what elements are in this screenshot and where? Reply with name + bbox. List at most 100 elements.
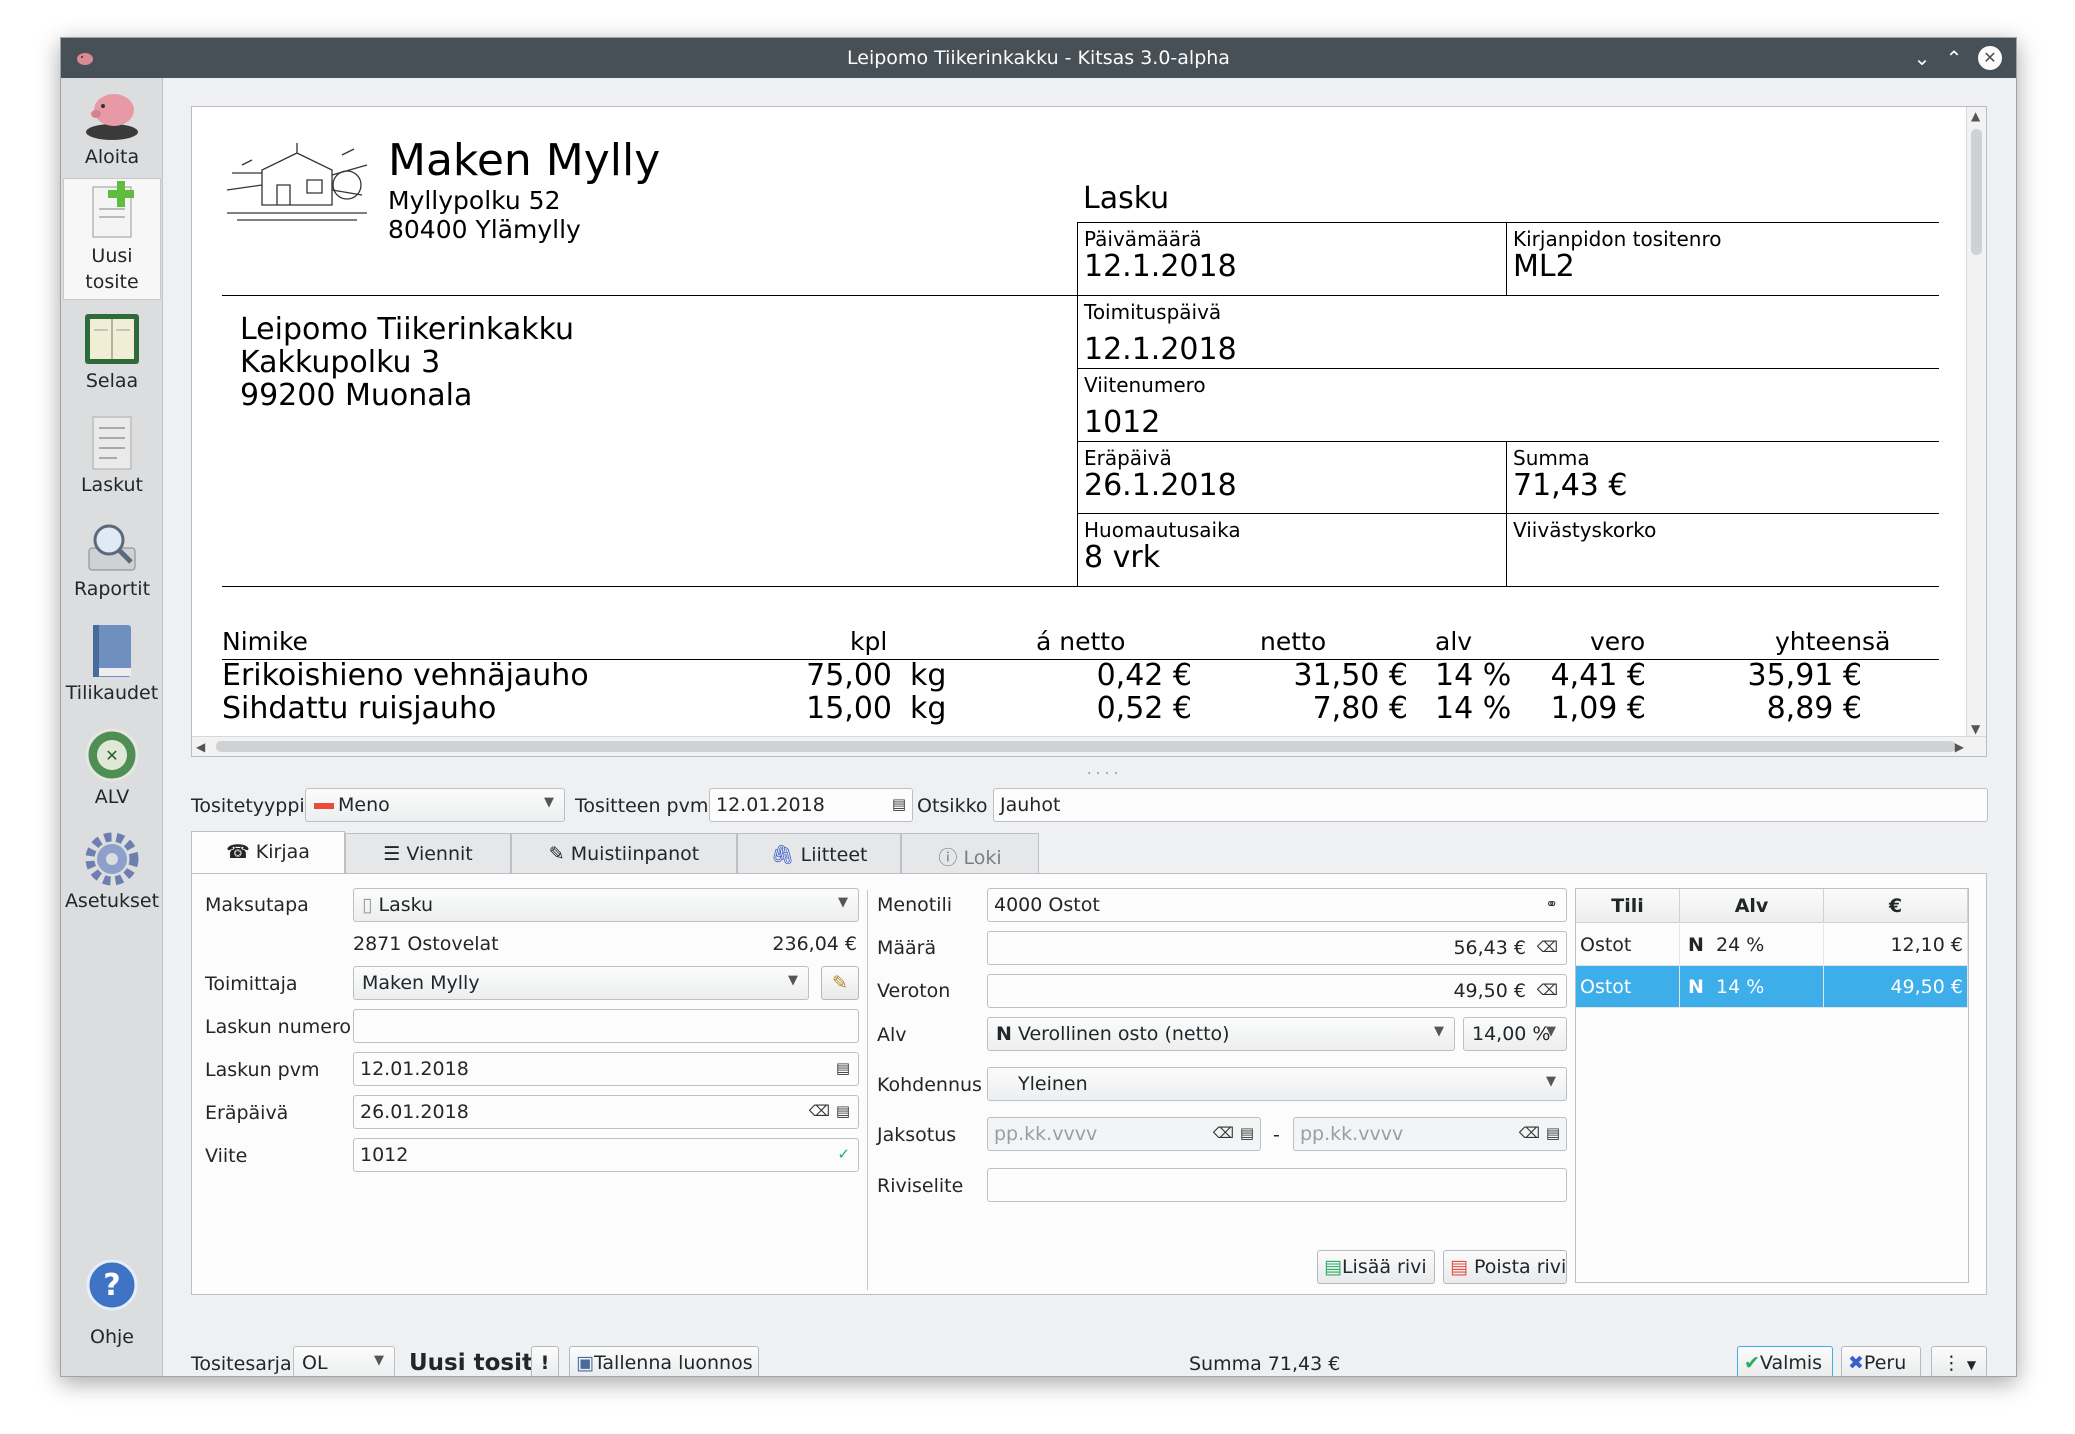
sidebar-item-label: ALV xyxy=(94,786,130,808)
reference-label: Viitenumero xyxy=(1084,373,1206,397)
maximize-icon[interactable]: ⌃ xyxy=(1942,46,1966,70)
save-draft-button[interactable]: ▣Tallenna luonnos xyxy=(569,1346,759,1376)
table-row-amount[interactable]: 49,50 € xyxy=(1824,966,1968,1008)
invoice-number-input[interactable] xyxy=(353,1009,859,1043)
period-start-field[interactable]: pp.kk.vvvv ⌫ ▤ xyxy=(987,1117,1261,1151)
reference-input[interactable]: 1012 ✓ xyxy=(353,1138,859,1172)
allocation-combo[interactable]: Yleinen ▼ xyxy=(987,1067,1567,1101)
edit-icon: ✎ xyxy=(832,972,848,994)
col-header-amount[interactable]: € xyxy=(1824,889,1968,923)
done-button[interactable]: ✔Valmis xyxy=(1737,1346,1833,1376)
scroll-thumb[interactable] xyxy=(216,741,1956,752)
scroll-thumb[interactable] xyxy=(1971,129,1982,255)
line-description-input[interactable] xyxy=(987,1168,1567,1202)
voucher-date-field[interactable]: 12.01.2018 ▤ xyxy=(709,788,913,822)
phone-icon: ☎ xyxy=(226,841,250,863)
sidebar-item-selaa[interactable]: Selaa xyxy=(63,310,161,404)
scroll-down-icon[interactable]: ▼ xyxy=(1971,722,1980,736)
table-row-account[interactable]: Ostot xyxy=(1576,924,1680,966)
vat-rate-value: 14,00 % xyxy=(1472,1023,1551,1045)
sidebar-item-uusi-tosite[interactable]: Uusi tosite xyxy=(63,178,161,300)
remove-row-label: Poista rivi xyxy=(1474,1256,1567,1278)
sidebar-item-aloita[interactable]: Aloita xyxy=(63,82,161,176)
more-options-button[interactable]: ⋮ ▼ xyxy=(1931,1346,1987,1376)
row-total: 35,91 € xyxy=(1747,658,1862,693)
calendar-icon[interactable]: ▤ xyxy=(836,1102,850,1120)
clear-icon[interactable]: ⌫ xyxy=(809,1102,830,1120)
alert-button[interactable]: ! xyxy=(531,1346,559,1376)
tax-seal-icon: ✕ xyxy=(85,728,139,782)
table-row-vat[interactable]: N 24 % xyxy=(1680,924,1824,966)
payable-balance: 236,04 € xyxy=(772,933,857,955)
clear-icon[interactable]: ⌫ xyxy=(1537,981,1558,999)
vat-type-combo[interactable]: N Verollinen osto (netto) ▼ xyxy=(987,1017,1455,1051)
invoice-preview[interactable]: Maken Mylly Myllypolku 52 80400 Ylämylly… xyxy=(191,106,1987,757)
payment-method-combo[interactable]: ▯ Lasku ▼ xyxy=(353,888,859,922)
sidebar-item-laskut[interactable]: Laskut xyxy=(63,414,161,508)
tab-muistiinpanot[interactable]: ✎ Muistiinpanot xyxy=(511,833,737,873)
add-row-button[interactable]: ▤Lisää rivi xyxy=(1317,1250,1435,1284)
tab-loki[interactable]: ⓘ Loki xyxy=(901,833,1039,873)
table-row-account[interactable]: Ostot xyxy=(1576,966,1680,1008)
expense-account-input[interactable]: 4000 Ostot ⚭ xyxy=(987,888,1567,922)
sidebar-item-raportit[interactable]: Raportit xyxy=(63,518,161,612)
preview-vertical-scrollbar[interactable]: ▲ ▼ xyxy=(1966,107,1986,738)
scroll-left-icon[interactable]: ◀ xyxy=(196,740,205,754)
supplier-label: Toimittaja xyxy=(205,973,298,995)
vat-rate-combo[interactable]: 14,00 % ▼ xyxy=(1463,1017,1567,1051)
row-net: 7,80 € xyxy=(1312,691,1408,726)
table-row-vat[interactable]: N 14 % xyxy=(1680,966,1824,1008)
col-header-vat: alv xyxy=(1435,627,1473,656)
clear-icon[interactable]: ⌫ xyxy=(1537,938,1558,956)
supplier-combo[interactable]: Maken Mylly ▼ xyxy=(353,966,809,1000)
date-label: Päivämäärä xyxy=(1084,227,1202,251)
series-combo[interactable]: OL ▼ xyxy=(293,1346,395,1376)
scroll-right-icon[interactable]: ▶ xyxy=(1955,740,1964,754)
more-icon: ⋮ xyxy=(1941,1352,1961,1374)
net-input[interactable]: 49,50 € ⌫ xyxy=(987,974,1567,1008)
scroll-up-icon[interactable]: ▲ xyxy=(1971,109,1980,123)
title-input[interactable]: Jauhot xyxy=(993,788,1988,822)
row-unit: kg xyxy=(910,658,947,693)
calendar-icon[interactable]: ▤ xyxy=(1240,1124,1254,1142)
cancel-button[interactable]: ✖Peru xyxy=(1841,1346,1921,1376)
series-value: OL xyxy=(302,1352,328,1374)
splitter-handle[interactable]: · · · · xyxy=(1087,766,1118,782)
invoice-date-label: Laskun pvm xyxy=(205,1059,320,1081)
col-header-account[interactable]: Tili xyxy=(1576,889,1680,923)
calendar-icon[interactable]: ▤ xyxy=(892,795,906,813)
note-icon: ✎ xyxy=(548,843,565,865)
tab-liitteet[interactable]: 🖇 Liitteet xyxy=(737,833,901,873)
amount-input[interactable]: 56,43 € ⌫ xyxy=(987,931,1567,965)
cancel-label: Peru xyxy=(1863,1352,1907,1374)
edit-supplier-button[interactable]: ✎ xyxy=(821,966,859,1000)
table-row-amount[interactable]: 12,10 € xyxy=(1824,924,1968,966)
due-date-field[interactable]: 26.01.2018 ⌫ ▤ xyxy=(353,1095,859,1129)
invoice-date-field[interactable]: 12.01.2018 ▤ xyxy=(353,1052,859,1086)
due-date-label: Eräpäivä xyxy=(205,1102,289,1124)
close-icon[interactable]: ✕ xyxy=(1978,46,2002,70)
remove-row-button[interactable]: ▤ Poista rivi xyxy=(1443,1250,1567,1284)
voucher-type-combo[interactable]: Meno ▼ xyxy=(305,788,565,822)
sidebar-item-tilikaudet[interactable]: Tilikaudet xyxy=(63,622,161,716)
row-unit-net: 0,52 € xyxy=(1096,691,1192,726)
period-end-field[interactable]: pp.kk.vvvv ⌫ ▤ xyxy=(1293,1117,1567,1151)
row-vat: 14 % xyxy=(1435,658,1512,693)
calendar-icon[interactable]: ▤ xyxy=(836,1059,850,1077)
calendar-icon[interactable]: ▤ xyxy=(1546,1124,1560,1142)
sidebar-item-ohje[interactable]: ? Ohje xyxy=(63,1259,161,1374)
invoice-document: Maken Mylly Myllypolku 52 80400 Ylämylly… xyxy=(192,107,1966,737)
tab-viennit[interactable]: ☰ Viennit xyxy=(345,833,511,873)
col-header-vat[interactable]: Alv xyxy=(1680,889,1824,923)
minimize-icon[interactable]: ⌄ xyxy=(1910,46,1934,70)
clear-icon[interactable]: ⌫ xyxy=(1213,1124,1234,1142)
entries-table[interactable]: Tili Alv € Ostot N 24 % 12,10 € Ostot N … xyxy=(1575,888,1969,1283)
clear-icon[interactable]: ⌫ xyxy=(1519,1124,1540,1142)
preview-horizontal-scrollbar[interactable]: ◀ ▶ xyxy=(192,736,1986,756)
reference-value: 1012 xyxy=(360,1144,409,1166)
chevron-down-icon: ▼ xyxy=(374,1353,384,1368)
binoculars-icon[interactable]: ⚭ xyxy=(1545,895,1558,913)
sidebar-item-asetukset[interactable]: Asetukset xyxy=(63,830,161,924)
sidebar-item-alv[interactable]: ✕ ALV xyxy=(63,726,161,820)
tab-kirjaa[interactable]: ☎ Kirjaa xyxy=(191,831,345,874)
